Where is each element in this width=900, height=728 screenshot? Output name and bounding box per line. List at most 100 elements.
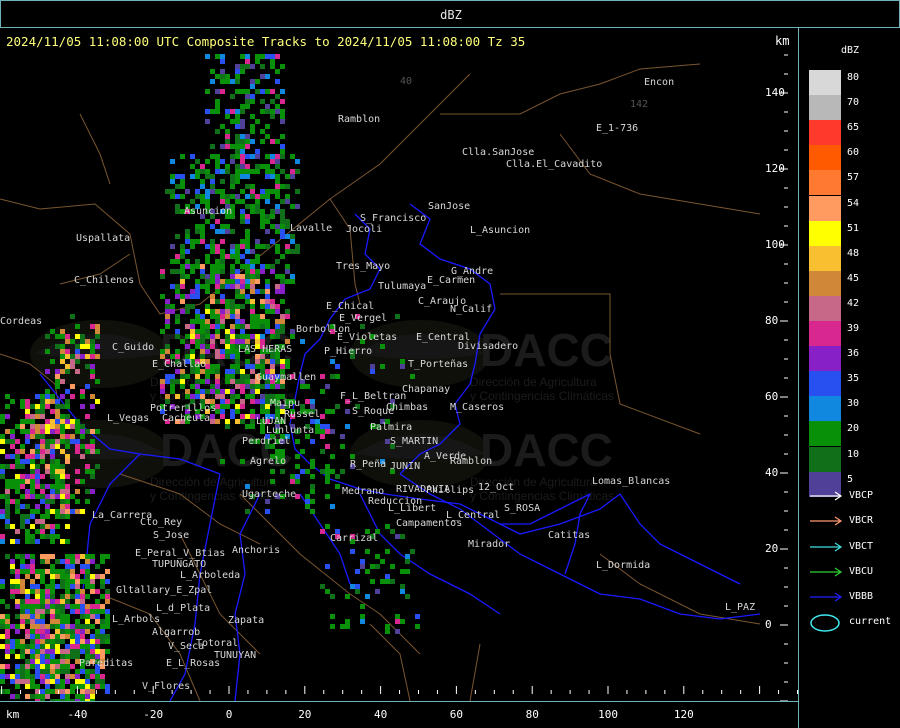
y-tick-label: 60	[765, 390, 779, 403]
place-label: Totoral	[196, 638, 238, 649]
legend-panel: dBZ 80 70 65 60 57 54 51 48 45 42 39 36 35 30 20 10 5 VBCP…	[798, 28, 900, 727]
place-label: E_Vergel	[339, 313, 387, 324]
x-tick-label: 120	[673, 708, 694, 721]
place-label: Lomas_Blancas	[592, 476, 670, 487]
x-tick-label: 100	[598, 708, 618, 721]
track-arrow-icon	[810, 516, 843, 526]
place-label: Lavalle	[290, 223, 332, 234]
legend-level-label: 30	[847, 398, 860, 410]
place-label: Cacheuta	[162, 413, 210, 424]
track-arrow-icon	[810, 491, 843, 501]
place-label: Asuncion	[184, 206, 232, 217]
place-label: TUNUYAN	[214, 650, 256, 661]
y-tick-label: 120	[765, 162, 785, 175]
place-label: L_PAZ	[725, 602, 755, 613]
place-label: Uspallata	[76, 233, 130, 244]
svg-text:Dirección de Agricultura: Dirección de Agricultura	[150, 475, 277, 489]
x-tick-label: 0	[225, 708, 233, 721]
y-tick-label: 0	[765, 618, 772, 631]
place-label: E_Chical	[326, 301, 374, 312]
place-label: Lunlunta	[266, 425, 314, 436]
place-label: Encon	[644, 77, 674, 88]
legend-swatch	[809, 120, 841, 146]
y-tick-label: 140	[765, 86, 785, 99]
legend-swatch	[809, 346, 841, 372]
place-label: Palmira	[370, 422, 412, 433]
place-label: F_L_Beltran	[340, 391, 406, 402]
place-label: C_Guido	[112, 342, 154, 353]
place-label: 40	[400, 76, 412, 87]
legend-level-label: 65	[847, 122, 860, 134]
place-label: Ugarteche	[242, 489, 296, 500]
svg-text:Dirección de Agricultura: Dirección de Agricultura	[470, 375, 597, 389]
place-label: 142	[630, 99, 648, 110]
place-label: Chapanay	[402, 384, 450, 395]
legend-level-label: 35	[847, 373, 860, 385]
x-tick-label: 80	[525, 708, 539, 721]
place-label: R_Peña	[350, 459, 386, 470]
track-label: VBCP	[849, 490, 874, 501]
legend-swatch	[809, 70, 841, 95]
place-label: 12_Oct	[478, 482, 514, 493]
place-label: Tres_Mayo	[336, 261, 390, 272]
place-label: E_Violetas	[337, 332, 397, 343]
place-label: Carrizal	[330, 533, 378, 544]
legend-level-label: 45	[847, 272, 860, 284]
place-label: Pareditas	[79, 658, 133, 669]
y-tick-label: 40	[765, 466, 779, 479]
legend-level-label: 39	[847, 323, 860, 334]
legend-level-label: 5	[847, 473, 854, 485]
place-label: S_Roque	[352, 406, 394, 417]
track-label: VBBB	[849, 591, 874, 603]
x-axis: km -40 -20 0 20 40 60 80 100 120	[0, 701, 799, 728]
place-label: JUNIN	[390, 461, 420, 472]
place-label: SanJose	[428, 201, 470, 212]
legend-swatch	[809, 295, 841, 321]
legend-level-label: 10	[847, 448, 860, 460]
place-label: C_Chilenos	[74, 275, 134, 286]
x-tick-label: 60	[449, 708, 464, 721]
track-label: VBCT	[849, 540, 874, 552]
place-label: P_Hierro	[324, 346, 372, 357]
legend-swatch	[809, 145, 841, 171]
km-label: km	[775, 34, 790, 48]
place-label: E_Carmen	[427, 275, 475, 286]
place-label: T_Porteñas	[408, 359, 468, 370]
place-label: Divisadero	[458, 341, 518, 352]
legend-level-label: 60	[847, 147, 860, 159]
track-arrow-icon	[810, 592, 843, 602]
y-tick-label: 80	[765, 314, 779, 327]
place-label: Ramblon	[338, 114, 380, 125]
legend-swatch	[809, 95, 841, 121]
place-label: Maipu	[270, 398, 300, 409]
place-label: S_Francisco	[360, 213, 426, 224]
place-label: Guaymallen	[256, 372, 316, 383]
place-label: L_Arbols	[112, 614, 160, 625]
legend-level-label: 51	[847, 222, 860, 234]
legend-swatch	[809, 396, 841, 422]
x-tick-label: 40	[374, 708, 388, 721]
legend-swatch	[809, 321, 841, 346]
legend-swatch	[809, 270, 841, 296]
place-label: Zapata	[228, 615, 264, 626]
top-bar: dBZ	[0, 0, 900, 28]
legend-swatch	[809, 170, 841, 196]
current-label: current	[849, 616, 892, 627]
legend-title: dBZ	[841, 45, 860, 56]
track-label: VBCU	[849, 565, 874, 577]
place-label: N_Calif	[450, 304, 492, 315]
current-cell-icon	[810, 614, 840, 632]
place-label: S_ROSA	[504, 503, 540, 514]
radar-map[interactable]: DACCDirección de Agriculturay Contingenc…	[0, 54, 799, 701]
legend-level-label: 80	[847, 72, 860, 83]
place-label: L_Dormida	[596, 560, 650, 571]
place-label: Agrelo	[250, 456, 286, 467]
place-label: Mirador	[468, 539, 510, 550]
svg-text:DACC: DACC	[480, 424, 613, 476]
legend-swatch	[809, 371, 841, 397]
legend-level-label: 42	[847, 297, 860, 309]
place-label: Ramblon	[450, 456, 492, 467]
composite-title: 2024/11/05 11:08:00 UTC Composite Tracks…	[6, 34, 526, 49]
place-label: Campamentos	[396, 518, 462, 529]
x-tick-label: 20	[298, 708, 312, 721]
